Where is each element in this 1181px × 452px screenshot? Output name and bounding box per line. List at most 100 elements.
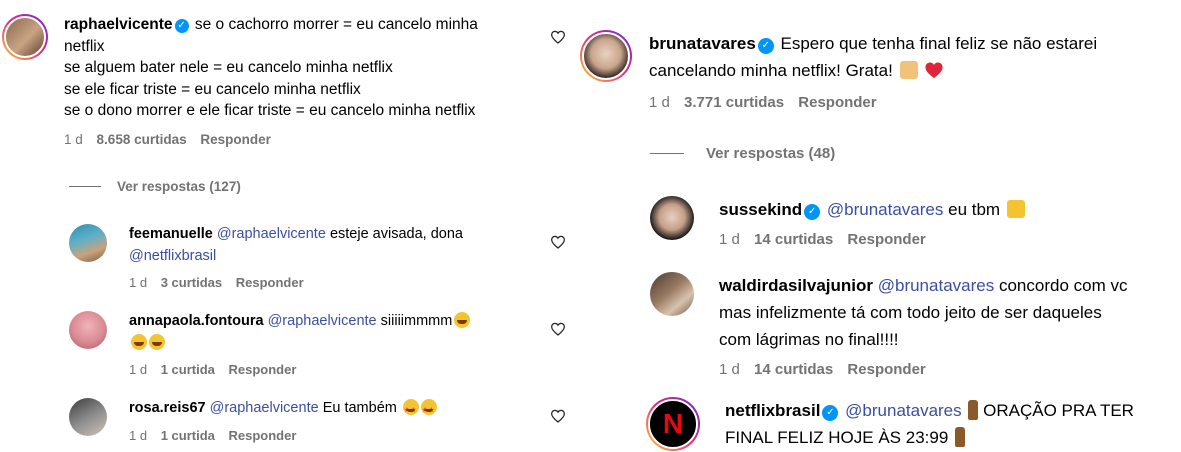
avatar[interactable] — [650, 272, 694, 316]
comment-text-line: se alguem bater nele = eu cancelo minha … — [64, 59, 393, 76]
reply-button[interactable]: Responder — [847, 231, 925, 248]
comment-username[interactable]: brunatavares — [649, 34, 756, 53]
comment-time: 1 d — [719, 231, 740, 248]
avatar[interactable] — [650, 196, 694, 240]
comment-text-line: se ele ficar triste = eu cancelo minha n… — [64, 80, 361, 98]
divider — [69, 186, 101, 187]
bottle-emoji-icon — [968, 400, 979, 420]
reply-button[interactable]: Responder — [229, 362, 297, 377]
comment-meta: 1 d 3 curtidas Responder — [129, 275, 463, 290]
comment-username[interactable]: waldirdasilvajunior — [719, 276, 873, 295]
reply-rosareis67: rosa.reis67 @raphaelvicente Eu também 1 … — [69, 398, 437, 443]
comment-meta: 1 d 1 curtida Responder — [129, 362, 470, 377]
verified-badge-icon: ✓ — [174, 19, 189, 33]
comment-text-line: FINAL FELIZ HOJE ÀS 23:99 — [725, 428, 949, 447]
raising-hands-emoji-icon — [1006, 200, 1025, 218]
comment-likes[interactable]: 8.658 curtidas — [97, 132, 187, 147]
praying-hands-emoji-icon — [899, 61, 918, 79]
avatar[interactable] — [2, 14, 48, 60]
comment-likes[interactable]: 3.771 curtidas — [684, 94, 784, 111]
comment-text-line: ORAÇÃO PRA TER — [983, 401, 1134, 420]
comment-text-line: netflix — [64, 37, 105, 55]
comment-username[interactable]: raphaelvicente — [64, 16, 173, 33]
like-heart-icon[interactable] — [550, 235, 566, 249]
comment-likes[interactable]: 1 curtida — [161, 428, 215, 443]
mention-link[interactable]: @raphaelvicente — [268, 313, 377, 329]
mention-link[interactable]: @raphaelvicente — [210, 400, 319, 416]
comment-text: eu tbm — [948, 200, 1001, 219]
comment-likes[interactable]: 3 curtidas — [161, 275, 222, 290]
comment-meta: 1 d 8.658 curtidas Responder — [64, 132, 478, 147]
comment-text-line: se o cachorro morrer = eu cancelo minha — [194, 16, 478, 33]
avatar[interactable] — [69, 398, 107, 436]
reply-sussekind: sussekind ✓ @brunatavares eu tbm 1 d 14 c… — [650, 196, 1025, 248]
reply-button[interactable]: Responder — [229, 428, 297, 443]
comment-likes[interactable]: 14 curtidas — [754, 361, 833, 378]
comment-text: Eu também — [322, 400, 397, 416]
comment-username[interactable]: sussekind — [719, 200, 802, 219]
view-replies-label[interactable]: Ver respostas (127) — [117, 179, 241, 194]
verified-badge-icon: ✓ — [804, 204, 821, 220]
comment-raphaelvicente: raphaelvicente ✓ se o cachorro morrer = e… — [2, 14, 478, 147]
reply-annapaola: annapaola.fontoura @raphaelvicente siiii… — [69, 311, 471, 377]
mention-link[interactable]: @brunatavares — [878, 276, 995, 295]
comment-text-line: cancelando minha netflix! Grata! — [649, 61, 893, 80]
view-replies-button[interactable]: Ver respostas (127) — [69, 179, 241, 194]
comment-text-line: com lágrimas no final!!!! — [719, 330, 899, 349]
comment-meta: 1 d 1 curtida Responder — [129, 428, 437, 443]
reply-feemanuelle: feemanuelle @raphaelvicente esteje avisa… — [69, 224, 463, 290]
laughing-emoji-icon — [149, 333, 165, 350]
reply-button[interactable]: Responder — [798, 94, 876, 111]
comment-meta: 1 d 3.771 curtidas Responder — [649, 94, 1097, 111]
netflix-logo-icon: N — [662, 408, 684, 439]
comments-column-left: raphaelvicente ✓ se o cachorro morrer = e… — [0, 0, 580, 452]
comment-time: 1 d — [649, 94, 670, 111]
comment-username[interactable]: annapaola.fontoura — [129, 313, 264, 329]
view-replies-label[interactable]: Ver respostas (48) — [706, 145, 835, 162]
view-replies-button[interactable]: Ver respostas (48) — [650, 145, 835, 162]
comment-time: 1 d — [719, 361, 740, 378]
like-heart-icon[interactable] — [550, 30, 566, 44]
avatar[interactable] — [69, 311, 107, 349]
like-heart-icon[interactable] — [550, 322, 566, 336]
avatar[interactable] — [580, 30, 632, 82]
comment-text-line: se o dono morrer e ele ficar triste = eu… — [64, 102, 476, 119]
divider — [650, 153, 684, 154]
mention-link[interactable]: @brunatavares — [827, 200, 944, 219]
bottle-emoji-icon — [955, 427, 966, 447]
comment-brunatavares: brunatavares ✓ Espero que tenha final fel… — [580, 30, 1097, 111]
reply-button[interactable]: Responder — [847, 361, 925, 378]
red-heart-emoji-icon — [925, 62, 943, 79]
verified-badge-icon: ✓ — [822, 405, 839, 421]
reply-netflixbrasil: N netflixbrasil ✓ @brunatavares ORAÇÃO PR… — [646, 397, 1134, 451]
comment-time: 1 d — [129, 427, 148, 443]
star-eyes-emoji-icon — [402, 399, 419, 422]
comment-likes[interactable]: 14 curtidas — [754, 231, 833, 248]
comment-time: 1 d — [64, 131, 83, 147]
star-eyes-emoji-icon — [420, 399, 437, 422]
comment-username[interactable]: netflixbrasil — [725, 401, 820, 420]
comment-time: 1 d — [129, 362, 148, 377]
comment-text: siiiiimmmm — [380, 313, 453, 329]
avatar[interactable] — [69, 224, 107, 262]
avatar[interactable]: N — [646, 397, 700, 451]
laughing-emoji-icon — [131, 333, 147, 350]
mention-link[interactable]: @raphaelvicente — [217, 226, 326, 242]
mention-link[interactable]: @netflixbrasil — [129, 248, 216, 264]
comment-likes[interactable]: 1 curtida — [161, 362, 215, 377]
comment-text: esteje avisada, dona — [329, 226, 463, 242]
comment-username[interactable]: feemanuelle — [129, 226, 213, 242]
reply-button[interactable]: Responder — [236, 275, 304, 290]
comment-text-line: mas infelizmente tá com todo jeito de se… — [719, 303, 1102, 322]
reply-button[interactable]: Responder — [200, 132, 271, 147]
comment-meta: 1 d 14 curtidas Responder — [719, 361, 1127, 378]
mention-link[interactable]: @brunatavares — [845, 401, 962, 420]
reply-waldirdasilvajunior: waldirdasilvajunior @brunatavares concor… — [650, 272, 1127, 378]
comment-username[interactable]: rosa.reis67 — [129, 400, 206, 416]
verified-badge-icon: ✓ — [757, 38, 774, 54]
like-heart-icon[interactable] — [550, 409, 566, 423]
comment-text-line: concordo com vc — [998, 276, 1128, 295]
laughing-emoji-icon — [454, 312, 471, 328]
comment-text-line: Espero que tenha final feliz se não esta… — [780, 34, 1098, 53]
comment-meta: 1 d 14 curtidas Responder — [719, 231, 1025, 248]
